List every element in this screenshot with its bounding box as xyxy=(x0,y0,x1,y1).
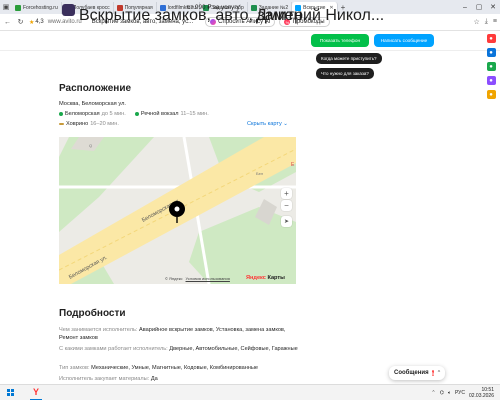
location-heading: Расположение xyxy=(59,83,132,94)
minimize-icon[interactable]: – xyxy=(458,0,472,14)
detail-row: Тип замков: Механические, Умные, Магнитн… xyxy=(59,364,319,372)
chip-when-start[interactable]: Когда можете приступить? xyxy=(316,53,382,64)
clock[interactable]: 10:51 02.03.2026 xyxy=(469,387,494,399)
zoom-out-icon[interactable]: − xyxy=(281,200,292,211)
offer-price: от 990 ₽ за услугу xyxy=(187,4,240,11)
chevron-up-icon[interactable]: ⌃ xyxy=(437,370,441,376)
clock-date: 02.03.2026 xyxy=(468,392,494,399)
tab-menu-icon[interactable]: ▣ xyxy=(0,0,12,14)
chip-what-needed[interactable]: Что нужно для заказа? xyxy=(316,68,374,79)
bookmark-icon[interactable]: ☆ xyxy=(474,18,480,26)
map-canvas: Беломорская ул. Беломорская ул. Q Бел Е xyxy=(59,137,296,284)
metro-name: Ховрино xyxy=(66,121,89,127)
rating-value: 4,3 xyxy=(35,19,44,25)
detail-row: Исполнитель закупает материалы: Да xyxy=(59,375,299,383)
downloads-icon[interactable]: ⤓ xyxy=(485,18,488,26)
address-text: Москва, Беломорская ул. xyxy=(59,101,126,107)
sidebar-app-icon[interactable]: ● xyxy=(486,34,496,43)
logo-maps: Карты xyxy=(265,275,285,281)
detail-label: Чем занимается исполнитель: xyxy=(59,327,138,333)
browser-sidebar: ● ● ● ● ● xyxy=(485,34,497,99)
sidebar-app-icon[interactable]: ● xyxy=(486,48,496,57)
sidebar-app-icon[interactable]: ● xyxy=(486,90,496,99)
locate-icon[interactable]: ➤ xyxy=(281,216,292,227)
maximize-icon[interactable]: ▢ xyxy=(472,0,486,14)
tab-favicon xyxy=(15,5,21,11)
write-message-button[interactable]: Написать сообщение xyxy=(374,34,434,47)
metro-line-icon xyxy=(59,112,63,116)
map-terms-link[interactable]: Условия использования xyxy=(186,276,230,281)
map-label: Бел xyxy=(256,171,264,176)
metro-line-icon xyxy=(134,112,139,116)
metro-row: Беломорская до 5 мин. Речной вокзал 11–15 … xyxy=(59,111,209,117)
menu-icon[interactable]: ≡ xyxy=(493,18,497,26)
map-copyright: © Яндекс xyxy=(165,276,183,281)
metro-station: Беломорская до 5 мин. xyxy=(59,111,126,117)
metro-name: Беломорская xyxy=(65,111,100,117)
map-view[interactable]: Беломорская ул. Беломорская ул. Q Бел Е xyxy=(59,137,296,284)
mcd-line-icon xyxy=(59,123,64,125)
metro-station: Ховрино 16–20 мин. xyxy=(59,121,119,127)
detail-label: Исполнитель закупает материалы: xyxy=(59,376,150,382)
back-icon[interactable]: ← xyxy=(3,18,12,27)
messages-count-badge: 5 xyxy=(431,370,434,376)
messages-label: Сообщения xyxy=(394,370,429,376)
metro-station: Речной вокзал 11–15 мин. xyxy=(134,111,209,117)
detail-row: Чем занимается исполнитель: Аварийное вс… xyxy=(59,326,299,342)
map-footer: © Яндекс Условия использования xyxy=(165,276,230,281)
sidebar-app-icon[interactable]: ● xyxy=(486,76,496,85)
windows-taskbar: Y ⌃ ⌬ 🔈︎ РУС 10:51 02.03.2026 xyxy=(0,384,500,400)
close-window-icon[interactable]: ✕ xyxy=(486,0,500,14)
tray-chevron-icon[interactable]: ⌃ xyxy=(431,390,435,396)
volume-icon[interactable]: 🔈︎ xyxy=(448,390,451,396)
tab-label: Forcehosting.ru xyxy=(23,5,58,11)
sidebar-app-icon[interactable]: ● xyxy=(486,62,496,71)
window-controls: – ▢ ✕ xyxy=(458,0,500,14)
site-rating[interactable]: ★ 4,3 xyxy=(29,19,44,26)
metro-name: Речной вокзал xyxy=(140,111,179,117)
map-label: Q xyxy=(89,143,92,148)
language-indicator[interactable]: РУС xyxy=(455,390,465,396)
detail-value: Механические, Умные, Магнитные, Кодовые,… xyxy=(89,365,259,371)
detail-value: Дверные, Автомобильные, Сейфовые, Гаражн… xyxy=(167,346,298,352)
metro-row: Ховрино 16–20 мин. xyxy=(59,121,119,127)
reload-icon[interactable]: ↻ xyxy=(16,18,25,27)
address-bar-icons: ☆ ⤓ ≡ xyxy=(474,18,497,26)
yandex-maps-logo[interactable]: Яндекс Карты xyxy=(246,275,285,281)
logo-yandex: Яндекс xyxy=(246,275,266,281)
detail-label: Тип замков: xyxy=(59,365,90,371)
url-text[interactable]: www.avito.ru xyxy=(48,19,82,25)
messages-widget[interactable]: Сообщения 5 ⌃ xyxy=(389,366,445,380)
seller-name[interactable]: Дмитрий Никол... xyxy=(256,7,384,25)
windows-logo-icon xyxy=(6,389,14,396)
system-tray: ⌃ ⌬ 🔈︎ РУС 10:51 02.03.2026 xyxy=(431,387,500,399)
detail-value: Да xyxy=(149,376,158,382)
metro-time: 11–15 мин. xyxy=(180,111,209,117)
details-heading: Подробности xyxy=(59,308,126,319)
star-icon: ★ xyxy=(29,19,35,26)
network-icon[interactable]: ⌬ xyxy=(440,390,444,396)
show-phone-button[interactable]: Показать телефон xyxy=(311,34,369,47)
detail-label: С какими замками работает исполнитель: xyxy=(59,346,168,352)
zoom-in-icon[interactable]: + xyxy=(281,188,292,199)
offer-thumbnail[interactable] xyxy=(62,4,75,16)
metro-time: 16–20 мин. xyxy=(90,121,119,127)
hide-map-link[interactable]: Скрыть карту ⌄ xyxy=(247,121,288,127)
yandex-browser-taskbar-icon[interactable]: Y xyxy=(30,385,42,400)
detail-row: С какими замками работает исполнитель: Д… xyxy=(59,345,299,353)
start-button[interactable] xyxy=(4,385,16,400)
tab-forcehosting[interactable]: Forcehosting.ru xyxy=(12,2,62,14)
metro-time: до 5 мин. xyxy=(101,111,126,117)
